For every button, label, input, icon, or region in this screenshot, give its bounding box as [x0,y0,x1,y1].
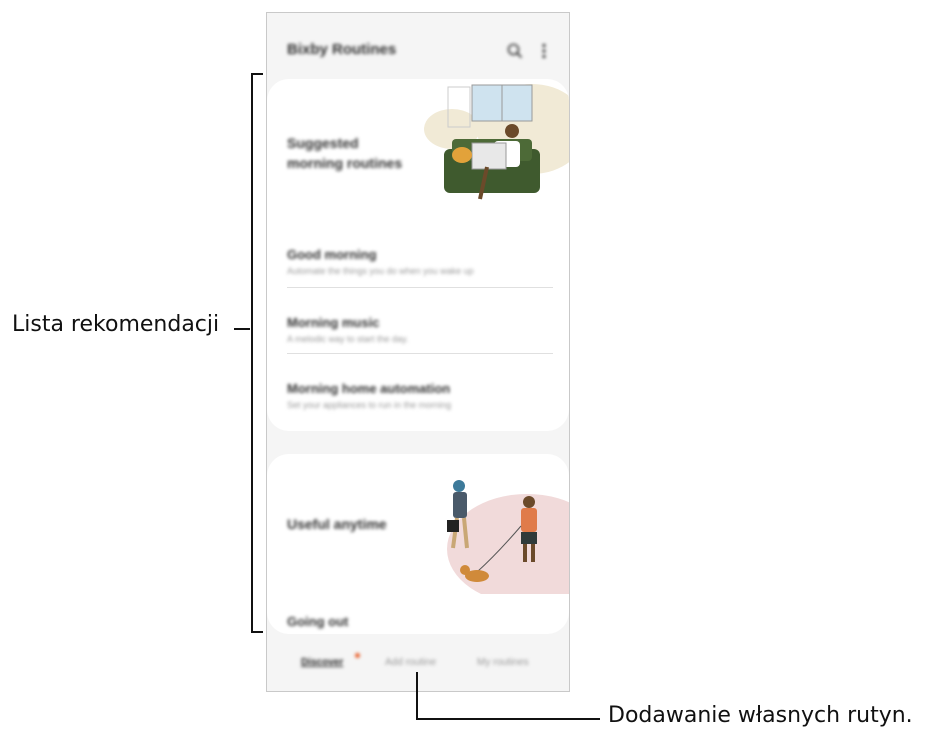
tab-my-routines[interactable]: My routines [477,657,529,668]
callout-recommendation-list: Lista rekomendacji [12,312,220,337]
notification-dot [355,653,360,658]
walking-dog-illustration [447,480,569,594]
item-title: Morning home automation [287,381,451,396]
divider [287,353,553,354]
list-item[interactable]: Morning home automation Set your applian… [287,381,553,410]
tab-discover[interactable]: Discover [301,657,343,668]
suggested-morning-card[interactable]: Suggested morning routines Good morning … [267,79,569,431]
list-item-going-out[interactable]: Going out [287,614,348,629]
callout-line-vertical [416,672,418,720]
tab-add-routine[interactable]: Add routine [385,657,436,668]
item-desc: A melodic way to start the day. [287,334,409,344]
useful-anytime-card[interactable]: Useful anytime Going out [267,454,569,634]
callout-line-horizontal [416,718,600,720]
card-title: Suggested morning routines [287,135,403,171]
bracket-tick [234,328,250,330]
more-vertical-icon[interactable] [539,43,549,59]
app-bar: Bixby Routines [267,13,569,79]
app-title: Bixby Routines [287,41,397,58]
card-title: Useful anytime [287,516,387,532]
list-item[interactable]: Good morning Automate the things you do … [287,247,553,276]
divider [287,287,553,288]
item-title: Good morning [287,247,377,262]
morning-illustration [424,84,569,200]
item-desc: Set your appliances to run in the mornin… [287,400,452,410]
item-title: Morning music [287,315,380,330]
bottom-nav: Discover Add routine My routines [267,643,569,691]
phone-screen: Bixby Routines Suggested morning routine… [266,12,570,692]
recommendation-bracket [251,73,263,633]
list-item[interactable]: Morning music A melodic way to start the… [287,315,553,344]
item-desc: Automate the things you do when you wake… [287,266,474,276]
search-icon[interactable] [507,43,523,59]
callout-add-routine: Dodawanie własnych rutyn. [608,703,913,728]
